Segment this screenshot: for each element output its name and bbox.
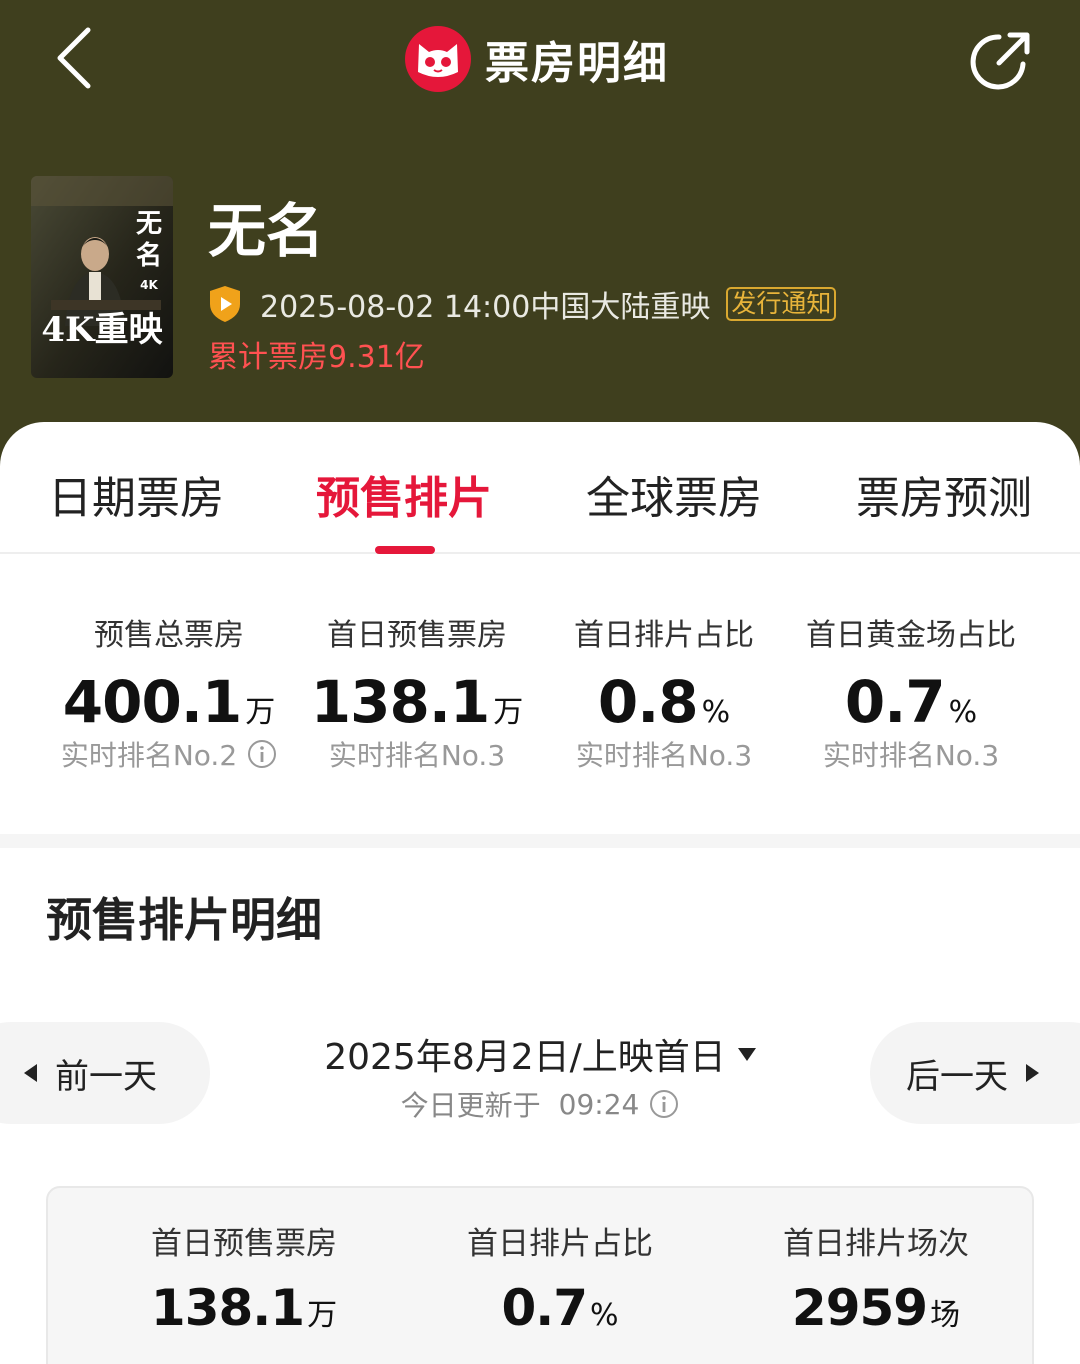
tab-global-box-office[interactable]: 全球票房: [586, 462, 762, 526]
stat-first-day-presale: 首日预售票房 138.1 万 实时排名No.3: [292, 610, 542, 774]
updated-prefix: 今日更新于: [400, 1089, 541, 1122]
stat-rank-text: 实时排名No.2: [60, 739, 238, 772]
stat-unit: %: [701, 695, 731, 730]
stat-rank-text: 实时排名No.3: [328, 739, 506, 772]
box-stat-label: 首日预售票房: [151, 1226, 337, 1262]
stat-value: 0.7%: [786, 668, 1036, 736]
box-stat-number: 0.7: [501, 1279, 588, 1337]
header: 票房明细 无 名 4K 4K重映 无名 2025-08-02 14:00中国大陆…: [0, 0, 1080, 470]
box-stat-label: 首日排片场次: [783, 1226, 969, 1262]
box-stat-number: 138.1: [150, 1279, 305, 1337]
share-icon: [970, 32, 1030, 90]
updated-time: 09:24: [558, 1087, 640, 1121]
box-stat-label: 首日排片占比: [467, 1226, 653, 1262]
box-stat-value: 2959 场: [726, 1279, 1026, 1337]
stat-rank: 实时排名No.3: [786, 734, 1036, 774]
previous-day-button[interactable]: 前一天: [0, 1022, 210, 1124]
info-icon[interactable]: [649, 1089, 679, 1119]
presale-stats: 预售总票房 400.1 万 实时排名No.2 首日预售票房 138.1 万 实时排名…: [0, 610, 1080, 780]
caret-down-icon: [737, 1047, 756, 1061]
presale-detail-section: 预售排片明细 前一天 2025年8月2日/上映首日 今日更新于 09:24 后一…: [0, 848, 1080, 1364]
first-day-summary-box: 首日预售票房 138.1 万 首日排片占比 0.7% 首日排片场次 2959 场: [46, 1186, 1034, 1364]
poster-4k-mark: 4K: [140, 278, 158, 292]
box-stat-schedule-ratio: 首日排片占比 0.7%: [410, 1218, 710, 1337]
poster-calligraphy-2: 名: [136, 240, 162, 271]
stat-first-day-prime-ratio: 首日黄金场占比 0.7% 实时排名No.3: [786, 610, 1036, 774]
box-stat-value: 138.1 万: [94, 1279, 394, 1337]
stat-value: 0.8%: [539, 668, 789, 736]
shield-play-icon: [210, 286, 240, 322]
share-button[interactable]: [966, 26, 1036, 96]
back-button[interactable]: [48, 22, 108, 94]
box-stat-number: 2959: [791, 1279, 928, 1337]
stat-value: 400.1 万: [44, 668, 294, 736]
tab-bar: 日期票房 预售排片 全球票房 票房预测: [0, 422, 1080, 554]
date-selector[interactable]: 2025年8月2日/上映首日: [324, 1028, 756, 1080]
poster-calligraphy-1: 无: [136, 209, 162, 239]
release-info: 2025-08-02 14:00中国大陆重映 发行通知: [208, 284, 837, 325]
box-stat-unit: %: [590, 1298, 619, 1333]
stat-label: 首日黄金场占比: [806, 618, 1016, 653]
stat-number: 0.8: [597, 668, 699, 736]
update-time-row: 今日更新于 09:24: [300, 1084, 780, 1124]
stat-number: 138.1: [310, 668, 490, 736]
caret-left-icon: [24, 1064, 37, 1082]
stat-number: 0.7: [844, 668, 946, 736]
box-stat-unit: 场: [930, 1298, 961, 1333]
page-title: 票房明细: [485, 38, 669, 89]
next-day-button[interactable]: 后一天: [870, 1022, 1080, 1124]
release-date-text: 2025-08-02 14:00中国大陆重映: [260, 290, 711, 325]
release-notice-badge[interactable]: 发行通知: [726, 287, 837, 321]
stat-first-day-schedule-ratio: 首日排片占比 0.8% 实时排名No.3: [539, 610, 789, 774]
stat-label: 预售总票房: [94, 618, 244, 653]
stat-unit: %: [948, 695, 978, 730]
stat-value: 138.1 万: [292, 668, 542, 736]
tab-daily-box-office[interactable]: 日期票房: [48, 462, 224, 526]
tab-box-office-forecast[interactable]: 票房预测: [856, 462, 1032, 526]
poster-image: 无 名 4K 4K重映: [31, 176, 173, 378]
movie-poster[interactable]: 无 名 4K 4K重映: [31, 176, 173, 378]
stat-rank-text: 实时排名No.3: [822, 739, 1000, 772]
chevron-left-icon: [57, 27, 91, 89]
selected-date: 2025年8月2日/上映首日: [324, 1037, 726, 1078]
maoyan-cat-logo: [405, 26, 471, 92]
next-day-label: 后一天: [906, 1056, 1008, 1097]
stat-rank: 实时排名No.3: [292, 734, 542, 774]
caret-right-icon: [1026, 1064, 1039, 1082]
poster-rerelease-text: 4K重映: [41, 310, 162, 350]
stat-total-presale: 预售总票房 400.1 万 实时排名No.2: [44, 610, 294, 774]
info-icon[interactable]: [247, 739, 277, 769]
box-stat-unit: 万: [307, 1298, 338, 1333]
stat-rank: 实时排名No.3: [539, 734, 789, 774]
section-title: 预售排片明细: [46, 893, 322, 947]
stat-unit: 万: [493, 695, 524, 730]
stat-number: 400.1: [62, 668, 242, 736]
date-picker: 2025年8月2日/上映首日 今日更新于 09:24: [300, 1028, 780, 1124]
summary-card: 日期票房 预售排片 全球票房 票房预测 预售总票房 400.1 万 实时排名No.…: [0, 422, 1080, 834]
active-tab-indicator: [375, 546, 435, 554]
previous-day-label: 前一天: [55, 1056, 157, 1097]
box-stat-presale: 首日预售票房 138.1 万: [94, 1218, 394, 1337]
stat-unit: 万: [245, 695, 276, 730]
box-stat-value: 0.7%: [410, 1279, 710, 1337]
stat-rank-text: 实时排名No.3: [575, 739, 753, 772]
stat-rank: 实时排名No.2: [44, 734, 294, 774]
total-box-office: 累计票房9.31亿: [208, 340, 425, 375]
brand: 票房明细: [405, 24, 669, 94]
tab-presale-schedule[interactable]: 预售排片: [316, 462, 492, 526]
movie-title: 无名: [208, 197, 325, 265]
box-stat-screenings: 首日排片场次 2959 场: [726, 1218, 1026, 1337]
stat-label: 首日排片占比: [574, 618, 754, 653]
stat-label: 首日预售票房: [327, 618, 507, 653]
